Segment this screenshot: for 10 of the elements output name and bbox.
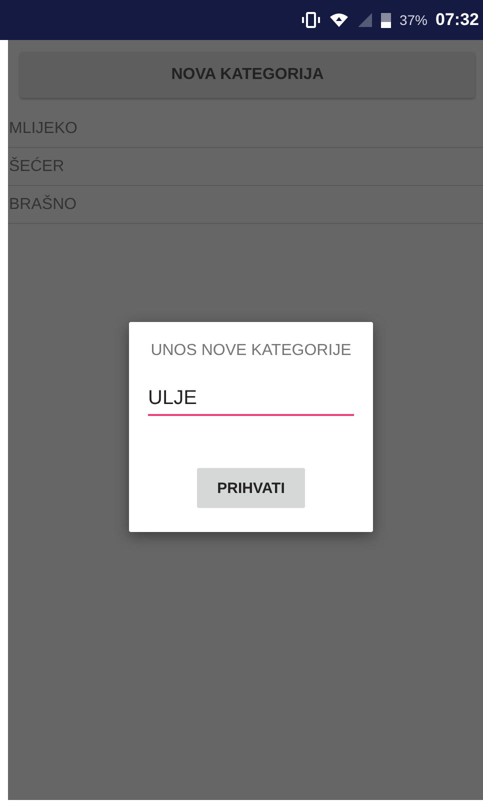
signal-icon [357, 12, 374, 28]
battery-percentage: 37% [399, 12, 428, 28]
accept-button[interactable]: PRIHVATI [197, 468, 305, 508]
vibrate-icon [301, 12, 322, 28]
clock-time: 07:32 [436, 10, 479, 30]
battery-icon [381, 12, 392, 28]
dialog-title: UNOS NOVE KATEGORIJE [150, 342, 352, 360]
wifi-icon [329, 12, 350, 28]
new-category-button[interactable]: NOVA KATEGORIJA [20, 52, 475, 98]
category-input-field[interactable]: ULJE [148, 387, 354, 416]
